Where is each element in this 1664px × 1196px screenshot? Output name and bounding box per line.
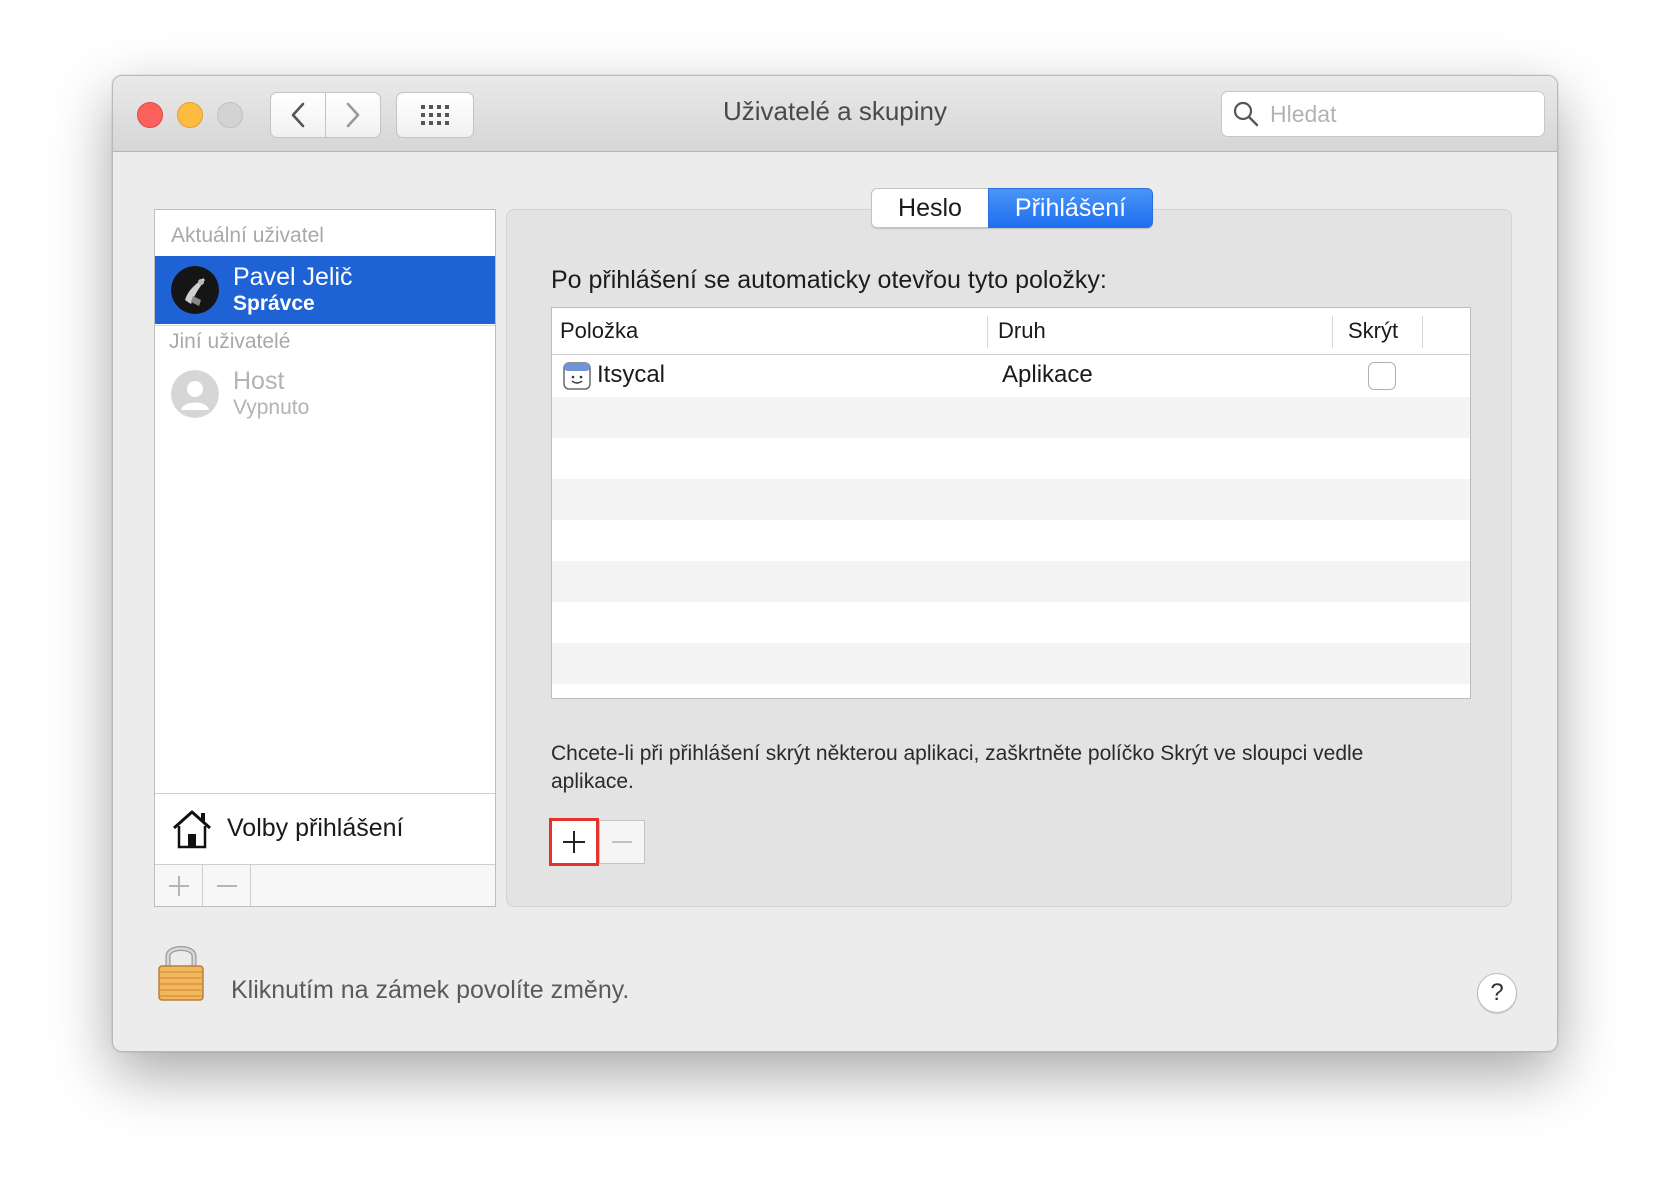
empty-row <box>552 643 1470 684</box>
other-users-header: Jiní uživatelé <box>169 330 291 353</box>
house-icon <box>173 810 211 848</box>
user-role: Správce <box>233 292 315 315</box>
titlebar: Uživatelé a skupiny <box>113 76 1557 152</box>
guest-name: Host <box>233 367 285 395</box>
item-kind: Aplikace <box>1002 361 1093 388</box>
avatar <box>171 266 219 314</box>
item-name: Itsycal <box>597 361 666 388</box>
guest-status: Vypnuto <box>233 396 310 419</box>
user-name: Pavel Jelič <box>233 263 353 291</box>
column-separator <box>987 316 988 348</box>
hide-hint-text: Chcete-li při přihlášení skrýt některou … <box>551 742 1364 793</box>
login-items-panel: Po přihlášení se automaticky otevřou tyt… <box>506 209 1512 907</box>
empty-row <box>552 561 1470 602</box>
users-sidebar: Aktuální uživatel Pavel Jelič Správce Ji… <box>154 209 496 907</box>
table-row[interactable]: Itsycal Aplikace <box>552 356 1470 397</box>
column-header-item[interactable]: Položka <box>552 308 638 355</box>
remove-user-button[interactable] <box>203 865 251 906</box>
users-groups-window: Uživatelé a skupiny Aktuální uživatel P <box>112 75 1558 1052</box>
add-login-item-button[interactable] <box>549 818 599 866</box>
tab-bar: Heslo Přihlášení <box>871 188 1153 228</box>
empty-row <box>552 479 1470 520</box>
search-input[interactable] <box>1268 99 1528 129</box>
login-options-item[interactable]: Volby přihlášení <box>155 793 495 863</box>
empty-row <box>552 397 1470 438</box>
sidebar-item-guest[interactable]: Host Vypnuto <box>155 360 495 428</box>
itsycal-app-icon <box>563 362 591 390</box>
empty-row <box>552 602 1470 643</box>
login-items-table: Položka Druh Skrýt Itsycal Aplikace <box>551 307 1471 699</box>
search-field[interactable] <box>1221 91 1545 137</box>
table-header: Položka Druh Skrýt <box>552 308 1470 355</box>
minus-icon <box>216 884 237 887</box>
column-separator <box>1332 316 1333 348</box>
help-button[interactable]: ? <box>1477 973 1517 1013</box>
login-items-heading: Po přihlášení se automaticky otevřou tyt… <box>551 266 1107 294</box>
divider <box>155 325 495 326</box>
sidebar-item-current-user[interactable]: Pavel Jelič Správce <box>155 256 495 324</box>
plus-icon <box>168 875 189 896</box>
column-separator <box>1422 316 1423 348</box>
tab-login-items[interactable]: Přihlášení <box>988 188 1153 228</box>
plus-icon <box>563 831 585 853</box>
guest-avatar-icon <box>171 370 219 418</box>
lock-message: Kliknutím na zámek povolíte změny. <box>231 976 630 1004</box>
hide-checkbox[interactable] <box>1368 362 1396 390</box>
minus-icon <box>612 841 632 843</box>
add-remove-controls <box>549 818 645 866</box>
empty-row <box>552 438 1470 479</box>
search-icon <box>1233 101 1259 127</box>
current-user-header: Aktuální uživatel <box>171 224 324 247</box>
login-options-label: Volby přihlášení <box>227 814 404 842</box>
add-user-button[interactable] <box>155 865 203 906</box>
tab-password[interactable]: Heslo <box>871 188 988 228</box>
sidebar-footer <box>155 864 495 906</box>
column-header-kind[interactable]: Druh <box>990 308 1046 355</box>
empty-row <box>552 520 1470 561</box>
column-header-hide[interactable]: Skrýt <box>1340 308 1398 355</box>
lock-icon[interactable] <box>157 938 205 1004</box>
remove-login-item-button[interactable] <box>599 820 645 864</box>
